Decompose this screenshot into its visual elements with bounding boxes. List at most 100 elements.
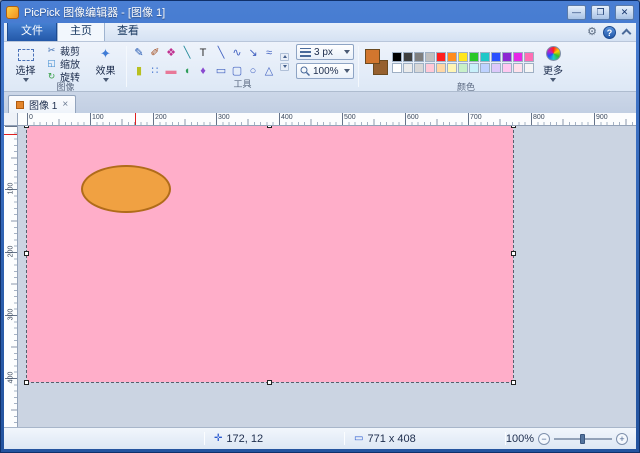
document-tab[interactable]: 图像 1 ×: [8, 95, 77, 113]
rounded-rectangle-tool-icon[interactable]: ▢: [229, 63, 245, 79]
palette-color-swatch[interactable]: [502, 63, 512, 73]
file-menu-button[interactable]: 文件: [7, 23, 57, 41]
palette-color-swatch[interactable]: [458, 63, 468, 73]
selection-handle-top-left[interactable]: [24, 126, 29, 128]
select-tool-icon: [17, 48, 34, 61]
window-title: PicPick 图像编辑器 - [图像 1]: [24, 7, 166, 19]
palette-color-swatch[interactable]: [425, 63, 435, 73]
palette-color-swatch[interactable]: [502, 52, 512, 62]
curve-tool-icon[interactable]: ∿: [229, 45, 245, 61]
crop-button[interactable]: ✂ 裁剪: [44, 44, 82, 58]
palette-color-swatch[interactable]: [392, 52, 402, 62]
minimize-button[interactable]: —: [567, 4, 586, 20]
document-tab-label: 图像 1: [29, 101, 58, 112]
freeform-tool-icon[interactable]: ≈: [261, 45, 277, 61]
palette-color-swatch[interactable]: [513, 52, 523, 62]
selection-handle-top-middle[interactable]: [267, 126, 272, 128]
zoom-out-button[interactable]: −: [538, 432, 550, 445]
maximize-button[interactable]: ❐: [591, 4, 610, 20]
foreground-color-swatch[interactable]: [365, 49, 380, 64]
help-icon[interactable]: ?: [603, 25, 616, 39]
palette-color-swatch[interactable]: [414, 63, 424, 73]
ruler-label: 0: [29, 114, 33, 121]
zoom-in-button[interactable]: +: [616, 432, 628, 445]
palette-color-swatch[interactable]: [480, 63, 490, 73]
selection-handle-bottom-left[interactable]: [24, 380, 29, 385]
effects-dropdown-icon: [102, 77, 109, 82]
shapes-scroll-up-button[interactable]: [280, 52, 289, 61]
palette-color-swatch[interactable]: [447, 63, 457, 73]
resize-icon: ◱: [47, 57, 56, 68]
ellipse-tool-icon[interactable]: ○: [245, 63, 261, 79]
eraser-tool-icon[interactable]: ▬: [163, 63, 179, 79]
brush-tool-icon[interactable]: ✐: [147, 45, 163, 61]
airbrush-tool-icon[interactable]: ∷: [147, 63, 163, 79]
color-picker-tool-icon[interactable]: ❖: [163, 45, 179, 61]
palette-color-swatch[interactable]: [480, 52, 490, 62]
canvas-image[interactable]: [24, 126, 516, 385]
palette-color-swatch[interactable]: [524, 63, 534, 73]
palette-color-swatch[interactable]: [436, 63, 446, 73]
palette-color-swatch[interactable]: [414, 52, 424, 62]
zoom-dropdown-icon: [344, 69, 350, 73]
ribbon-tab-bar: 文件 主页 查看 ⚙ ?: [4, 23, 636, 42]
zoom-dropdown[interactable]: 100%: [296, 63, 354, 79]
ruler-label: 300: [7, 308, 15, 321]
magnifier-icon: [300, 66, 310, 76]
highlighter-tool-icon[interactable]: ▮: [131, 63, 147, 79]
more-colors-button[interactable]: 更多: [537, 44, 569, 82]
settings-icon[interactable]: ⚙: [587, 25, 597, 39]
zoom-slider[interactable]: [554, 433, 612, 445]
selection-handle-bottom-middle[interactable]: [267, 380, 272, 385]
palette-color-swatch[interactable]: [513, 63, 523, 73]
selection-handle-middle-left[interactable]: [24, 251, 29, 256]
line-width-dropdown[interactable]: 3 px: [296, 44, 354, 60]
color-selector[interactable]: [363, 47, 390, 79]
document-tab-close-icon[interactable]: ×: [62, 99, 68, 110]
selection-handle-top-right[interactable]: [511, 126, 516, 128]
palette-color-swatch[interactable]: [403, 63, 413, 73]
palette-color-swatch[interactable]: [524, 52, 534, 62]
tab-view[interactable]: 查看: [105, 23, 151, 41]
ellipse-shape[interactable]: [81, 165, 171, 213]
selection-handle-bottom-right[interactable]: [511, 380, 516, 385]
palette-color-swatch[interactable]: [491, 63, 501, 73]
pencil-tool-icon[interactable]: ✎: [131, 45, 147, 61]
color-palette: [392, 52, 535, 74]
palette-color-swatch[interactable]: [458, 52, 468, 62]
palette-color-swatch[interactable]: [491, 52, 501, 62]
ruler-label: 200: [155, 114, 167, 121]
fill-tool-icon[interactable]: ◖: [179, 63, 195, 79]
text-tool-icon[interactable]: T: [195, 45, 211, 61]
zoom-slider-thumb[interactable]: [580, 433, 585, 444]
stamp-tool-icon[interactable]: ♦: [195, 63, 211, 79]
eyedropper-tool-icon[interactable]: ╲: [179, 45, 195, 61]
effects-button[interactable]: ✦ 效果: [89, 45, 122, 82]
rectangle-tool-icon[interactable]: ▭: [213, 63, 229, 79]
palette-color-swatch[interactable]: [469, 63, 479, 73]
cursor-x-marker: [135, 113, 136, 125]
document-tab-bar: 图像 1 ×: [4, 92, 636, 113]
tab-home[interactable]: 主页: [57, 23, 105, 41]
status-bar: ✛ 172, 12 ▭ 771 x 408 100% − +: [4, 427, 636, 449]
shapes-scroll-down-button[interactable]: [280, 62, 289, 71]
close-button[interactable]: ✕: [615, 4, 634, 20]
statusbar-zoom-value: 100%: [505, 432, 534, 445]
palette-color-swatch[interactable]: [447, 52, 457, 62]
cursor-y-marker: [4, 134, 17, 135]
select-button[interactable]: 选择: [9, 45, 42, 82]
ribbon-group-colors: 更多 颜色: [360, 43, 572, 92]
polygon-tool-icon[interactable]: △: [261, 63, 277, 79]
arrow-tool-icon[interactable]: ↘: [245, 45, 261, 61]
resize-button[interactable]: ◱ 缩放: [44, 57, 82, 71]
line-width-dropdown-icon: [344, 50, 350, 54]
collapse-ribbon-icon[interactable]: [622, 28, 630, 36]
palette-color-swatch[interactable]: [469, 52, 479, 62]
palette-color-swatch[interactable]: [392, 63, 402, 73]
palette-color-swatch[interactable]: [425, 52, 435, 62]
palette-color-swatch[interactable]: [403, 52, 413, 62]
palette-color-swatch[interactable]: [436, 52, 446, 62]
line-tool-icon[interactable]: ╲: [213, 45, 229, 61]
rotate-button[interactable]: ↻ 旋转: [44, 70, 82, 84]
selection-handle-middle-right[interactable]: [511, 251, 516, 256]
